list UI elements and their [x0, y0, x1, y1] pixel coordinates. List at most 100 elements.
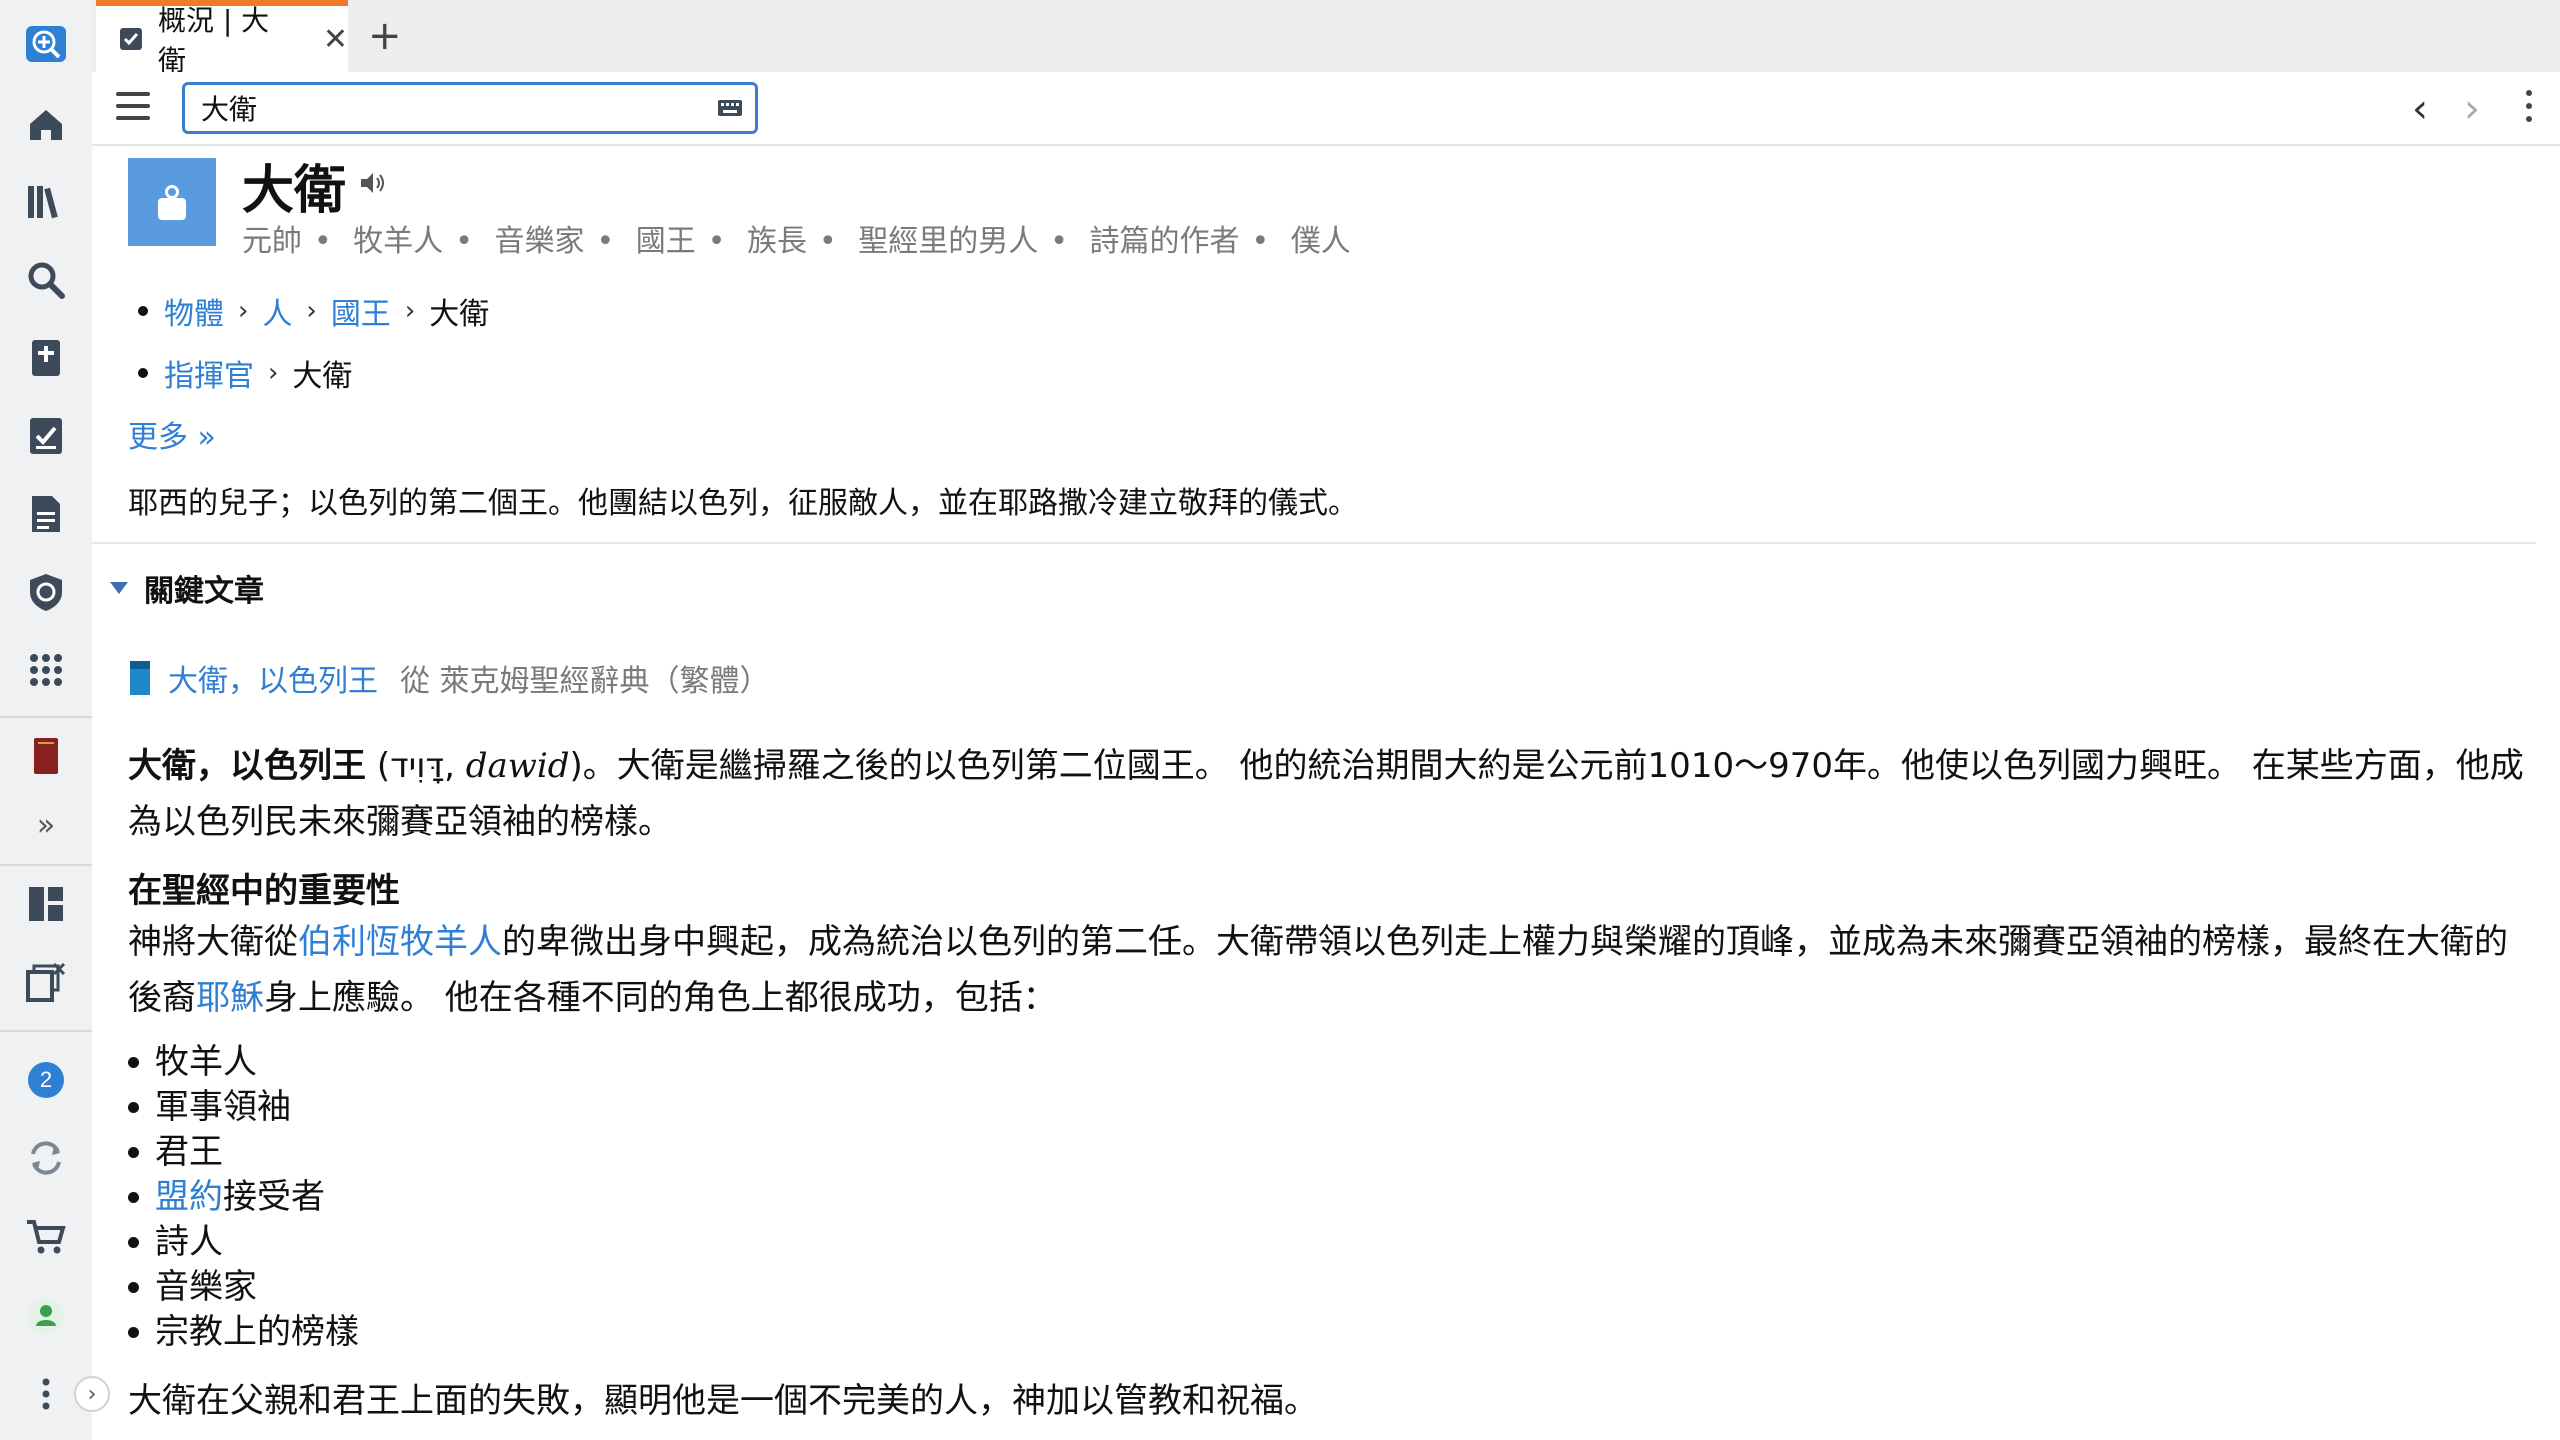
document-icon[interactable]	[20, 488, 72, 540]
list-item-text: 詩人	[155, 1222, 223, 1262]
apps-grid-icon[interactable]	[20, 644, 72, 696]
text-span: 身上應驗。 他在各種不同的角色上都很成功，包括：	[264, 978, 1057, 1018]
breadcrumb-link[interactable]: 物體	[164, 289, 224, 333]
forward-arrow-icon[interactable]: ›	[2464, 86, 2480, 132]
menu-icon[interactable]	[116, 92, 150, 128]
list-item: 君王	[128, 1130, 2536, 1175]
book-cover-icon	[130, 661, 150, 695]
role-tag: 族長	[747, 224, 807, 259]
sidebar-menu-icon[interactable]	[20, 1368, 72, 1420]
bethlehem-shepherd-link[interactable]: 伯利恆牧羊人	[298, 922, 502, 962]
home-icon[interactable]	[20, 98, 72, 150]
list-item-text: 音樂家	[155, 1267, 257, 1307]
role-tag: 元帥	[242, 224, 302, 259]
role-tag: 詩篇的作者	[1089, 224, 1240, 259]
divider	[92, 542, 2536, 544]
covenant-link[interactable]: 盟約	[155, 1175, 223, 1220]
layout-icon[interactable]	[20, 878, 72, 930]
cart-icon[interactable]	[20, 1210, 72, 1262]
sync-icon[interactable]	[20, 1132, 72, 1184]
list-item-text: 接受者	[223, 1177, 325, 1217]
jesus-link[interactable]: 耶穌	[196, 978, 264, 1018]
list-item: 宗教上的榜樣	[128, 1310, 2536, 1355]
list-item-text: 君王	[155, 1132, 223, 1172]
notifications-badge[interactable]: 2	[20, 1054, 72, 1106]
list-item-text: 宗教上的榜樣	[155, 1312, 359, 1352]
collapse-triangle-icon	[110, 582, 128, 594]
list-item: 音樂家	[128, 1265, 2536, 1310]
search-input[interactable]	[185, 85, 685, 131]
section-title: 關鍵文章	[144, 574, 264, 609]
list-item: 軍事領袖	[128, 1085, 2536, 1130]
notification-count: 2	[28, 1062, 64, 1098]
person-icon	[158, 185, 186, 220]
search-icon[interactable]	[20, 254, 72, 306]
close-panels-icon[interactable]	[20, 956, 72, 1008]
app-logo-icon[interactable]	[20, 18, 72, 70]
role-tag: 牧羊人	[353, 224, 444, 259]
more-options-icon[interactable]	[2526, 90, 2532, 129]
significance-paragraph: 神將大衛從伯利恆牧羊人的卑微出身中興起，成為統治以色列的第二任。大衛帶領以色列走…	[128, 914, 2536, 1026]
expand-sidebar-button[interactable]: ›	[74, 1376, 110, 1412]
app-window: » 2 › 概況 | 大衛 ✕ + 大衛 ‹ › 大衛 元帥 • 牧羊人 • 音…	[0, 0, 2560, 1440]
hebrew-term: (דָּוִיד,	[376, 746, 466, 786]
tab-bar: 概況 | 大衛 ✕ +	[92, 0, 2560, 77]
book-resource-icon[interactable]	[20, 730, 72, 782]
breadcrumb-current: 大衛	[292, 359, 353, 394]
list-item-text: 軍事領袖	[155, 1087, 291, 1127]
lead-paragraph: 大衛，以色列王 (דָּוִיד, dawid)。大衛是繼掃羅之後的以色列第二位…	[128, 738, 2536, 850]
bible-icon[interactable]	[20, 332, 72, 384]
closing-paragraph: 大衛在父親和君王上面的失敗，顯明他是一個不完美的人，神加以管教和祝福。	[128, 1381, 1318, 1421]
breadcrumb-link[interactable]: 國王	[331, 289, 391, 333]
user-account-icon[interactable]	[20, 1290, 72, 1342]
new-tab-button[interactable]: +	[368, 12, 402, 60]
toolbar: ‹ ›	[92, 72, 2560, 146]
list-item: 牧羊人	[128, 1040, 2536, 1085]
tab-title: 概況 | 大衛	[157, 4, 270, 77]
sidebar-divider	[0, 864, 92, 866]
role-tag: 國王	[635, 224, 696, 259]
more-shortcuts-icon[interactable]: »	[0, 808, 92, 843]
keyboard-icon[interactable]	[717, 99, 743, 117]
roles-list: 元帥 • 牧羊人 • 音樂家 • 國王 • 族長 • 聖經里的男人 • 詩篇的作者 • 僕人	[242, 224, 1351, 259]
list-item-text: 牧羊人	[155, 1042, 257, 1082]
role-tag: 聖經里的男人	[858, 224, 1039, 259]
breadcrumb-link[interactable]: 指揮官	[164, 351, 254, 395]
factbook-content: 大衛 元帥 • 牧羊人 • 音樂家 • 國王 • 族長 • 聖經里的男人 • 詩篇的作者 • …	[92, 148, 2536, 1440]
checklist-tab-icon	[119, 28, 142, 50]
more-link[interactable]: 更多 »	[128, 412, 216, 456]
role-tag: 音樂家	[494, 224, 585, 259]
list-item: 詩人	[128, 1220, 2536, 1265]
text-span: 神將大衛從	[128, 922, 298, 962]
sidebar-divider	[0, 716, 92, 718]
article-body: 大衛，以色列王 (דָּוִיד, dawid)。大衛是繼掃羅之後的以色列第二位…	[128, 738, 2536, 1429]
lead-bold: 大衛，以色列王	[128, 746, 366, 786]
back-arrow-icon[interactable]: ‹	[2412, 86, 2428, 132]
tab-overview-david[interactable]: 概況 | 大衛 ✕	[96, 0, 348, 77]
breadcrumb-list: 物體 › 人 › 國王 › 大衛 指揮官 › 大衛	[128, 280, 489, 404]
section-heading: 在聖經中的重要性	[128, 871, 400, 911]
shield-icon[interactable]	[20, 566, 72, 618]
breadcrumb-current: 大衛	[429, 297, 490, 332]
transliteration: dawid	[465, 746, 570, 786]
article-source: 從 萊克姆聖經辭典（繁體）	[400, 664, 770, 699]
reading-plan-icon[interactable]	[20, 410, 72, 462]
section-toggle-key-articles[interactable]: 關鍵文章	[110, 566, 264, 610]
list-item: 盟約 接受者	[128, 1175, 2536, 1220]
left-sidebar: » 2	[0, 0, 92, 1440]
roles-bullet-list: 牧羊人 軍事領袖 君王 盟約 接受者 詩人 音樂家 宗教上的榜樣	[128, 1040, 2536, 1355]
page-title: 大衛	[242, 161, 347, 221]
close-tab-icon[interactable]: ✕	[323, 22, 348, 57]
search-field[interactable]	[182, 82, 758, 134]
speaker-icon[interactable]	[358, 170, 388, 196]
person-avatar	[128, 158, 216, 246]
library-icon[interactable]	[20, 176, 72, 228]
key-article: 大衛，以色列王 從 萊克姆聖經辭典（繁體）	[128, 656, 770, 700]
description: 耶西的兒子；以色列的第二個王。他團結以色列，征服敵人，並在耶路撒冷建立敬拜的儀式…	[128, 486, 1358, 521]
role-tag: 僕人	[1290, 224, 1351, 259]
article-title-link[interactable]: 大衛，以色列王	[168, 656, 378, 700]
breadcrumb: 物體 › 人 › 國王 › 大衛	[128, 280, 489, 342]
sidebar-divider	[0, 1030, 92, 1032]
breadcrumb: 指揮官 › 大衛	[128, 342, 489, 404]
breadcrumb-link[interactable]: 人	[262, 289, 292, 333]
